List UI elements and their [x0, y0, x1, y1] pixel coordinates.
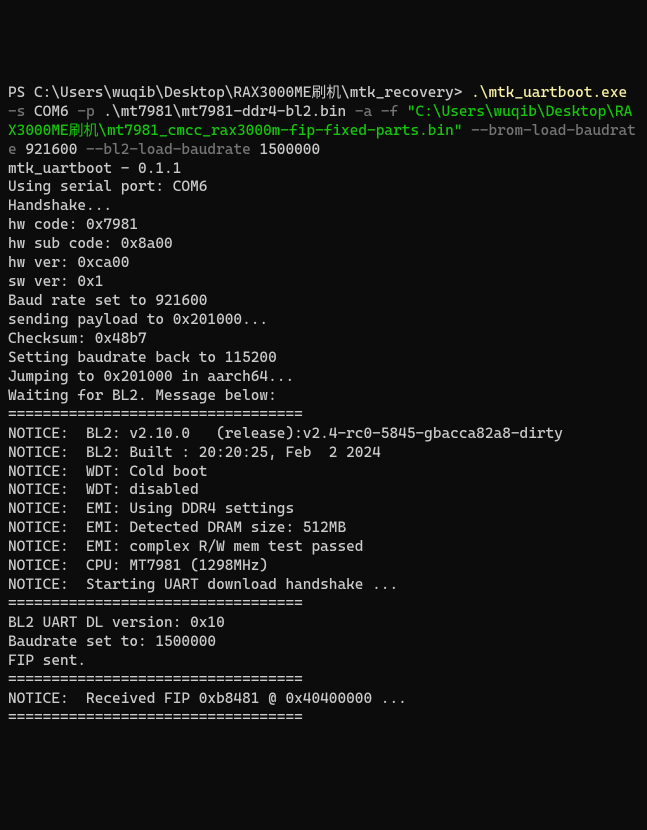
- output-line: Waiting for BL2. Message below:: [8, 387, 277, 404]
- output-line: NOTICE: CPU: MT7981 (1298MHz): [8, 557, 268, 574]
- output-line: ==================================: [8, 709, 303, 726]
- output-line: NOTICE: EMI: Using DDR4 settings: [8, 500, 294, 517]
- output-line: Handshake...: [8, 197, 112, 214]
- output-line: ==================================: [8, 406, 303, 423]
- output-line: mtk_uartboot - 0.1.1: [8, 160, 181, 177]
- output-line: Baud rate set to 921600: [8, 292, 207, 309]
- output-line: Baudrate set to: 1500000: [8, 633, 216, 650]
- output-line: Checksum: 0x48b7: [8, 330, 147, 347]
- output-line: FIP sent.: [8, 652, 86, 669]
- output-line: NOTICE: WDT: disabled: [8, 481, 199, 498]
- output-line: Using serial port: COM6: [8, 178, 207, 195]
- output-line: NOTICE: WDT: Cold boot: [8, 463, 207, 480]
- terminal-output[interactable]: PS C:\Users\wuqib\Desktop\RAX3000ME刷机\mt…: [8, 84, 639, 728]
- arg-brom: 921600: [25, 141, 77, 158]
- output-line: hw code: 0x7981: [8, 216, 138, 233]
- output-line: Setting baudrate back to 115200: [8, 349, 277, 366]
- output-line: NOTICE: BL2: v2.10.0 (release):v2.4-rc0-…: [8, 425, 563, 442]
- arg-bl2: 1500000: [259, 141, 320, 158]
- arg-p: .\mt7981\mt7981-ddr4-bl2.bin: [103, 103, 346, 120]
- output-line: NOTICE: Starting UART download handshake…: [8, 576, 398, 593]
- flag-f: -f: [381, 103, 398, 120]
- output-line: hw ver: 0xca00: [8, 254, 129, 271]
- flag-p: -p: [77, 103, 94, 120]
- flag-a: -a: [355, 103, 372, 120]
- flag-s: -s: [8, 103, 25, 120]
- output-line: ==================================: [8, 671, 303, 688]
- output-line: hw sub code: 0x8a00: [8, 235, 173, 252]
- output-line: NOTICE: EMI: complex R/W mem test passed: [8, 538, 363, 555]
- output-line: sw ver: 0x1: [8, 273, 103, 290]
- command-executable: .\mtk_uartboot.exe: [471, 84, 627, 101]
- output-line: BL2 UART DL version: 0x10: [8, 614, 225, 631]
- output-line: sending payload to 0x201000...: [8, 311, 268, 328]
- arg-s: COM6: [34, 103, 69, 120]
- output-line: ==================================: [8, 595, 303, 612]
- output-line: NOTICE: EMI: Detected DRAM size: 512MB: [8, 519, 346, 536]
- output-line: Jumping to 0x201000 in aarch64...: [8, 368, 294, 385]
- flag-bl2: --bl2-load-baudrate: [86, 141, 251, 158]
- output-line: NOTICE: Received FIP 0xb8481 @ 0x4040000…: [8, 690, 407, 707]
- ps-prompt: PS C:\Users\wuqib\Desktop\RAX3000ME刷机\mt…: [8, 84, 471, 101]
- output-line: NOTICE: BL2: Built : 20:20:25, Feb 2 202…: [8, 444, 381, 461]
